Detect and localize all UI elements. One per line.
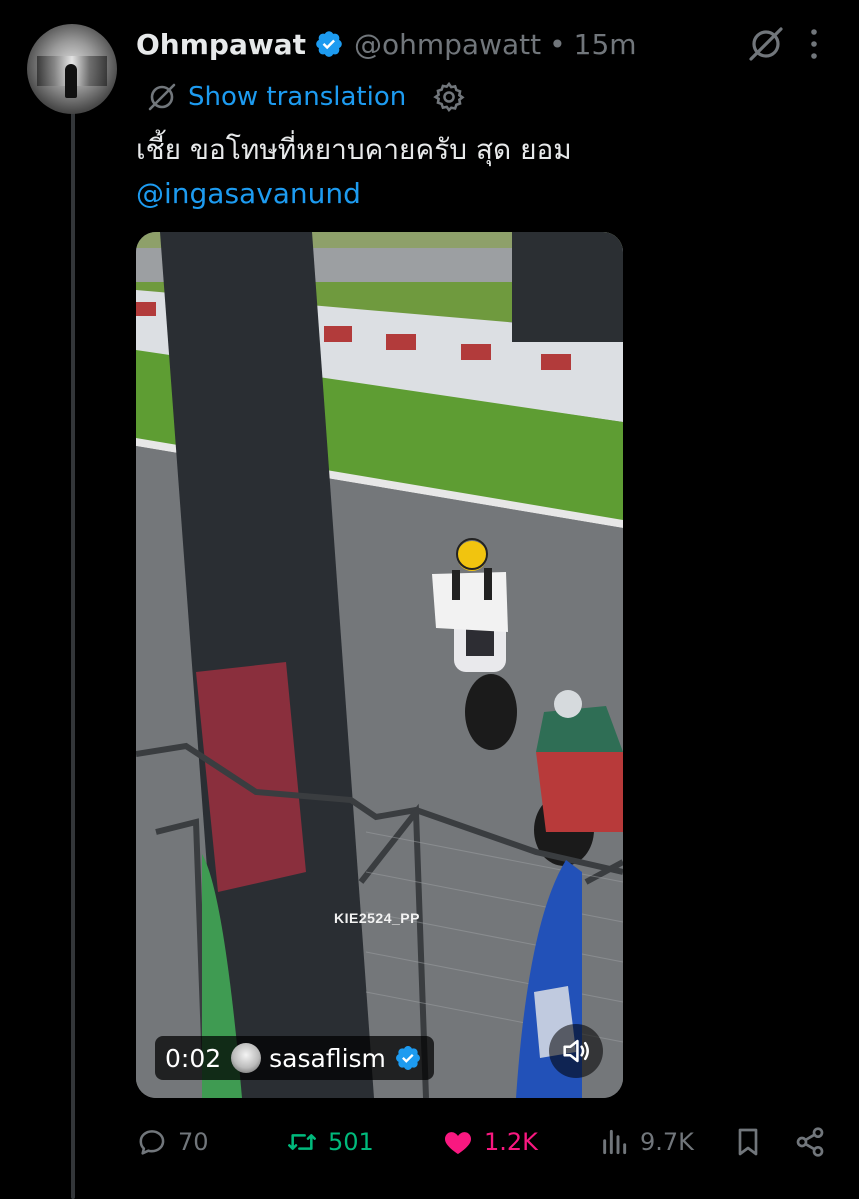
video-info-chip: 0:02 sasaflism	[155, 1036, 434, 1080]
video-duration: 0:02	[165, 1043, 222, 1073]
reply-icon	[139, 1130, 165, 1155]
bookmark-icon	[738, 1128, 758, 1156]
verified-badge-icon	[395, 1046, 420, 1070]
grok-icon[interactable]	[746, 24, 786, 64]
tweet-body: เชี้ย ขอโทษที่หยาบคายครับ สุด ยอม	[136, 133, 572, 166]
video-watermark: KIE2524_PP	[334, 910, 420, 926]
source-user-avatar[interactable]	[231, 1043, 262, 1073]
tweet-text: เชี้ย ขอโทษที่หยาบคายครับ สุด ยอม @ingas…	[136, 128, 826, 216]
share-icon	[796, 1127, 824, 1157]
tweet-header: Ohmpawat @ohmpawatt • 15m	[136, 22, 637, 66]
mention-link[interactable]: @ingasavanund	[136, 172, 826, 216]
retweet-count: 501	[328, 1128, 374, 1156]
like-count: 1.2K	[484, 1128, 538, 1156]
like-button[interactable]: 1.2K	[442, 1118, 538, 1166]
gear-icon[interactable]	[432, 80, 466, 114]
reply-count: 70	[178, 1128, 209, 1156]
share-button[interactable]	[794, 1118, 826, 1166]
views-icon	[603, 1129, 627, 1155]
more-icon[interactable]	[804, 26, 824, 62]
thread-line	[71, 110, 75, 1199]
video-frame	[136, 232, 623, 1098]
heart-icon	[444, 1132, 472, 1154]
view-count: 9.7K	[640, 1128, 694, 1156]
source-user-name[interactable]: sasaflism	[269, 1044, 386, 1073]
action-bar: 70 501 1.2K 9.7K	[136, 1118, 836, 1166]
retweet-button[interactable]: 501	[286, 1118, 374, 1166]
author-handle[interactable]: @ohmpawatt	[354, 28, 541, 61]
globe-icon[interactable]	[146, 81, 178, 113]
retweet-icon	[288, 1134, 316, 1150]
video-player[interactable]: KIE2524_PP 0:02 sasaflism	[136, 232, 623, 1098]
avatar[interactable]	[27, 24, 117, 114]
timestamp[interactable]: 15m	[574, 28, 637, 61]
translation-row: Show translation	[146, 78, 466, 116]
show-translation-link[interactable]: Show translation	[188, 82, 406, 112]
verified-badge-icon[interactable]	[314, 29, 344, 59]
author-name[interactable]: Ohmpawat	[136, 28, 306, 61]
reply-button[interactable]: 70	[136, 1118, 209, 1166]
mute-button[interactable]	[549, 1024, 603, 1078]
separator-dot: •	[549, 27, 566, 61]
bookmark-button[interactable]	[732, 1118, 764, 1166]
views-button[interactable]: 9.7K	[598, 1118, 694, 1166]
speaker-icon	[563, 1039, 589, 1063]
